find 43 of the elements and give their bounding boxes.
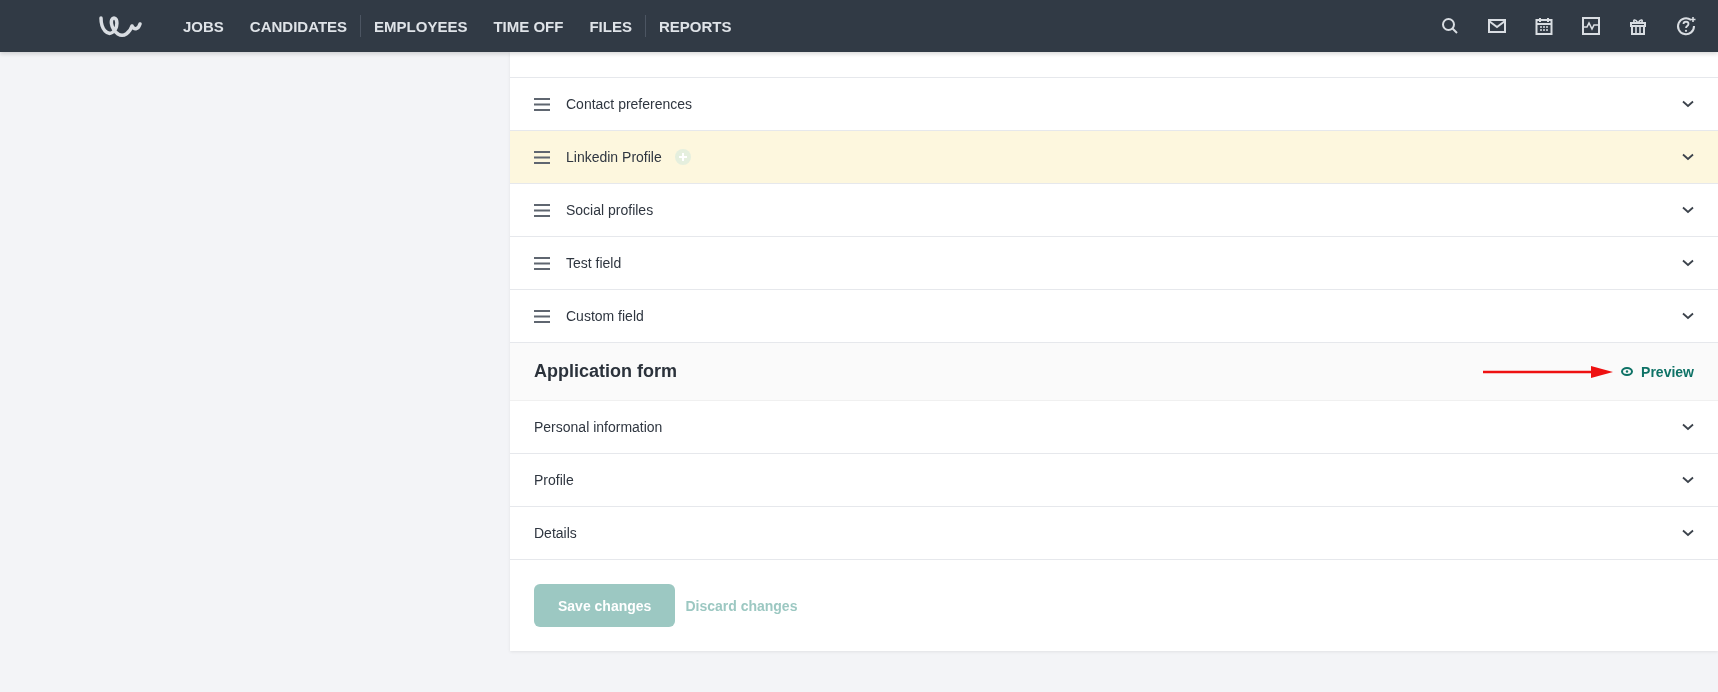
chevron-down-icon[interactable] — [1682, 100, 1694, 108]
section-label: Details — [534, 525, 577, 541]
nav-link[interactable]: EMPLOYEES — [361, 17, 481, 35]
chevron-down-icon[interactable] — [1682, 423, 1694, 431]
field-label: Custom field — [566, 308, 644, 324]
chart-icon[interactable] — [1582, 17, 1600, 35]
logo-icon[interactable] — [98, 14, 142, 38]
field-row[interactable]: Test field — [510, 237, 1718, 290]
drag-handle-icon[interactable] — [534, 97, 550, 111]
field-label: Contact preferences — [566, 96, 693, 112]
nav-link[interactable]: CANDIDATES — [236, 17, 361, 35]
drag-handle-icon[interactable] — [534, 203, 550, 217]
form-section-row[interactable]: Profile — [510, 454, 1718, 507]
gift-icon[interactable] — [1629, 17, 1647, 35]
field-label: Social profiles — [566, 202, 654, 218]
field-label: Linkedin Profile — [566, 149, 662, 165]
eye-icon[interactable] — [1621, 367, 1634, 376]
mail-icon[interactable] — [1488, 18, 1506, 34]
chevron-down-icon[interactable] — [1682, 206, 1694, 214]
search-icon[interactable] — [1441, 17, 1459, 35]
nav-link[interactable]: REPORTS — [645, 17, 745, 35]
drag-handle-icon[interactable] — [534, 150, 550, 164]
field-row[interactable]: Social profiles — [510, 184, 1718, 237]
section-label: Profile — [534, 472, 574, 488]
chevron-down-icon[interactable] — [1682, 312, 1694, 320]
chevron-down-icon[interactable] — [1682, 476, 1694, 484]
chevron-down-icon[interactable] — [1682, 153, 1694, 161]
nav-link[interactable]: TIME OFF — [480, 17, 577, 35]
chevron-down-icon[interactable] — [1682, 259, 1694, 267]
nav-link[interactable]: JOBS — [170, 17, 237, 35]
section-label: Personal information — [534, 419, 663, 435]
section-title: Application form — [534, 361, 677, 382]
help-icon[interactable] — [1676, 16, 1696, 36]
field-row[interactable]: Linkedin Profile — [510, 131, 1718, 184]
calendar-icon[interactable] — [1535, 17, 1553, 35]
field-label: Test field — [566, 255, 622, 271]
form-section-row[interactable]: Details — [510, 507, 1718, 560]
drag-handle-icon[interactable] — [534, 256, 550, 270]
preview-link[interactable]: Preview — [1641, 363, 1694, 380]
chevron-down-icon[interactable] — [1682, 529, 1694, 537]
nav-link[interactable]: FILES — [576, 17, 645, 35]
drag-handle-icon[interactable] — [534, 309, 550, 323]
form-section-row[interactable]: Personal information — [510, 401, 1718, 454]
